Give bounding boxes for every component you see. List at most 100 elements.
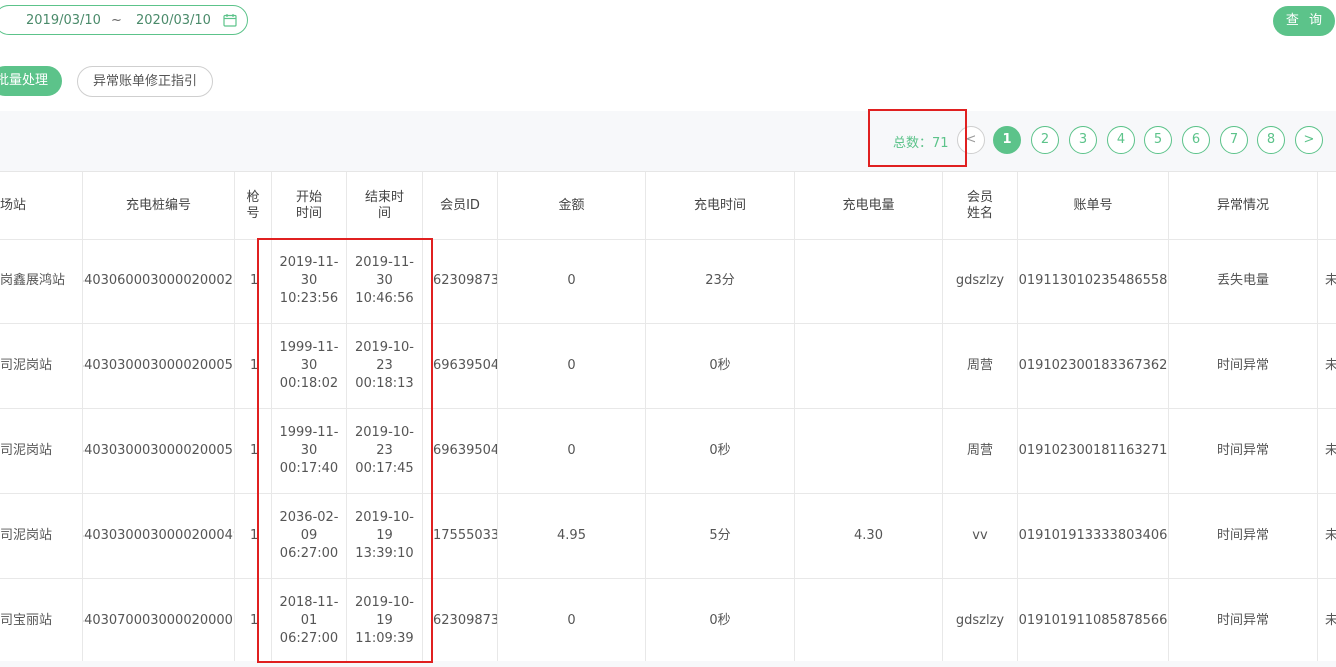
cell-bill-no: 20191019133338034068 (1018, 494, 1169, 578)
cell-anomaly: 时间异常 (1169, 324, 1318, 408)
col-pile: 充电桩编号 (83, 172, 235, 239)
col-end-time: 结束时间 (347, 172, 423, 239)
cell-status: 未 (1318, 494, 1336, 578)
cell-member-id: 62309873 (423, 239, 498, 323)
cell-end-time: 2019-11-30 10:46:56 (347, 239, 423, 323)
page-button-2[interactable]: 2 (1031, 126, 1059, 154)
pagination-bar (0, 111, 1336, 171)
cell-gun: 1 (235, 409, 272, 493)
batch-process-button[interactable]: 批量处理 (0, 66, 62, 96)
cell-anomaly: 时间异常 (1169, 409, 1318, 493)
col-member-name: 会员姓名 (943, 172, 1018, 239)
col-status: 状态 (1318, 172, 1336, 239)
cell-member-name: gdszlzy (943, 239, 1018, 323)
cell-amount: 0 (498, 239, 646, 323)
cell-member-id: 69639504 (423, 324, 498, 408)
cell-amount: 0 (498, 579, 646, 663)
cell-energy (795, 409, 943, 493)
page-button-8[interactable]: 8 (1257, 126, 1285, 154)
col-duration: 充电时间 (646, 172, 795, 239)
cell-duration: 5分 (646, 494, 795, 578)
cell-gun: 1 (235, 324, 272, 408)
cell-member-name: gdszlzy (943, 579, 1018, 663)
calendar-icon[interactable] (223, 13, 237, 27)
correction-guide-button[interactable]: 异常账单修正指引 (77, 66, 213, 97)
col-bill-no: 账单号 (1018, 172, 1169, 239)
cell-pile: 44030600030000200028 (83, 239, 235, 323)
page-button-1[interactable]: 1 (993, 126, 1021, 154)
cell-pile: 44030300030000200055 (83, 324, 235, 408)
cell-gun: 1 (235, 239, 272, 323)
cell-status: 未 (1318, 324, 1336, 408)
cell-energy (795, 579, 943, 663)
table-header: 场站 充电桩编号 枪号 开始时间 结束时间 会员ID 金额 充电时间 充电电量 … (0, 172, 1336, 240)
cell-bill-no: 20191023001833673620 (1018, 324, 1169, 408)
cell-member-id: 17555033 (423, 494, 498, 578)
next-page-button[interactable]: > (1295, 126, 1323, 154)
col-anomaly: 异常情况 (1169, 172, 1318, 239)
col-start-time: 开始时间 (272, 172, 347, 239)
query-button[interactable]: 查 询 (1273, 6, 1335, 36)
table-row[interactable]: 司泥岗站 44030300030000200049 1 2036-02-09 06:2… (0, 494, 1336, 579)
cell-start-time: 2019-11-30 10:23:56 (272, 239, 347, 323)
table-row[interactable]: 司宝丽站 44030700030000200005 1 2018-11-01 06:2… (0, 579, 1336, 664)
cell-station: 司泥岗站 (0, 324, 83, 408)
cell-start-time: 1999-11-30 00:18:02 (272, 324, 347, 408)
table-row[interactable]: 司泥岗站 44030300030000200055 1 1999-11-30 00:1… (0, 409, 1336, 494)
table-footer-strip (0, 661, 1336, 667)
cell-start-time: 2036-02-09 06:27:00 (272, 494, 347, 578)
cell-end-time: 2019-10-19 11:09:39 (347, 579, 423, 663)
cell-duration: 0秒 (646, 324, 795, 408)
page-button-7[interactable]: 7 (1220, 126, 1248, 154)
cell-station: 司泥岗站 (0, 409, 83, 493)
cell-amount: 4.95 (498, 494, 646, 578)
cell-anomaly: 时间异常 (1169, 579, 1318, 663)
cell-pile: 44030700030000200005 (83, 579, 235, 663)
col-amount: 金额 (498, 172, 646, 239)
prev-page-button[interactable]: < (957, 126, 985, 154)
cell-end-time: 2019-10-19 13:39:10 (347, 494, 423, 578)
page-button-3[interactable]: 3 (1069, 126, 1097, 154)
page-button-6[interactable]: 6 (1182, 126, 1210, 154)
cell-duration: 0秒 (646, 409, 795, 493)
cell-start-time: 2018-11-01 06:27:00 (272, 579, 347, 663)
cell-member-name: 周营 (943, 409, 1018, 493)
cell-amount: 0 (498, 324, 646, 408)
cell-gun: 1 (235, 579, 272, 663)
col-member-id: 会员ID (423, 172, 498, 239)
col-gun: 枪号 (235, 172, 272, 239)
cell-member-name: 周营 (943, 324, 1018, 408)
cell-member-id: 69639504 (423, 409, 498, 493)
date-range-picker[interactable]: 2019/03/10 ~ 2020/03/10 (0, 5, 248, 35)
page-button-5[interactable]: 5 (1144, 126, 1172, 154)
cell-station: 岗鑫展鸿站 (0, 239, 83, 323)
cell-status: 未 (1318, 579, 1336, 663)
cell-gun: 1 (235, 494, 272, 578)
cell-bill-no: 20191130102354865582 (1018, 239, 1169, 323)
cell-duration: 23分 (646, 239, 795, 323)
table-row[interactable]: 岗鑫展鸿站 44030600030000200028 1 2019-11-30 10:… (0, 239, 1336, 324)
cell-status: 未 (1318, 409, 1336, 493)
cell-member-name: vv (943, 494, 1018, 578)
page-button-4[interactable]: 4 (1107, 126, 1135, 154)
col-energy: 充电电量 (795, 172, 943, 239)
cell-end-time: 2019-10-23 00:17:45 (347, 409, 423, 493)
date-separator: ~ (111, 13, 122, 28)
cell-end-time: 2019-10-23 00:18:13 (347, 324, 423, 408)
col-station: 场站 (0, 172, 83, 239)
cell-duration: 0秒 (646, 579, 795, 663)
cell-pile: 44030300030000200055 (83, 409, 235, 493)
cell-anomaly: 时间异常 (1169, 494, 1318, 578)
cell-energy (795, 324, 943, 408)
cell-bill-no: 20191019110858785660 (1018, 579, 1169, 663)
start-date-input[interactable]: 2019/03/10 (26, 13, 101, 28)
table-row[interactable]: 司泥岗站 44030300030000200055 1 1999-11-30 00:1… (0, 324, 1336, 409)
cell-energy: 4.30 (795, 494, 943, 578)
total-count: 总数：71 (893, 136, 949, 151)
cell-member-id: 62309873 (423, 579, 498, 663)
end-date-input[interactable]: 2020/03/10 (136, 13, 211, 28)
cell-start-time: 1999-11-30 00:17:40 (272, 409, 347, 493)
cell-pile: 44030300030000200049 (83, 494, 235, 578)
page: 2019/03/10 ~ 2020/03/10 查 询 批量处理 异常账单修正指… (0, 0, 1336, 667)
cell-station: 司宝丽站 (0, 579, 83, 663)
